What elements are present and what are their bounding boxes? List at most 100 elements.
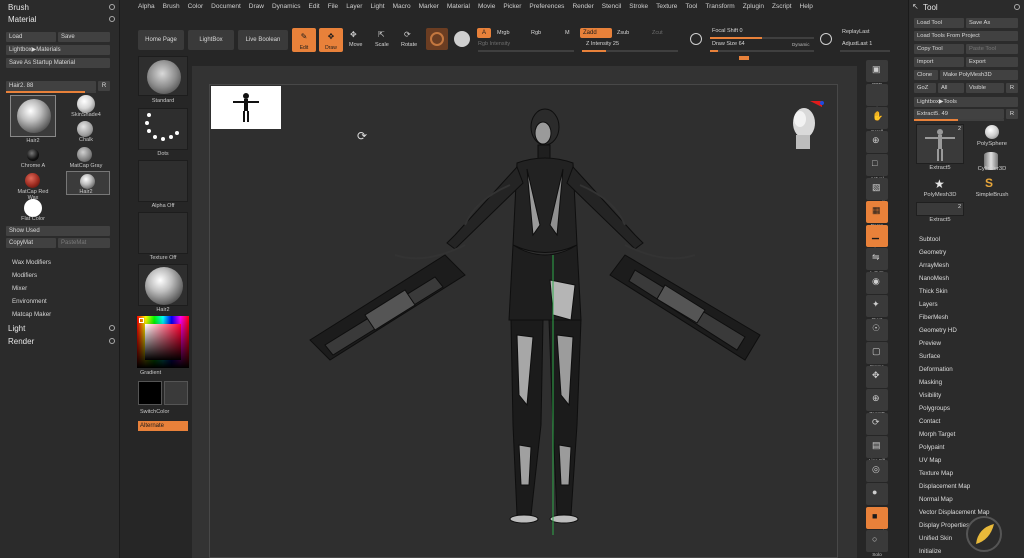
brush-selector[interactable] [138,56,188,96]
reset-button[interactable]: R [98,81,110,91]
export-button[interactable]: Export [966,57,1018,67]
right-shelf-button[interactable]: ◉ [866,271,888,294]
material-sphere[interactable] [77,121,93,137]
right-shelf-button[interactable]: ▤ [866,436,888,458]
tool-submenu-surface[interactable]: Surface [919,353,940,360]
palette-toggle-icon[interactable] [109,338,115,344]
m-toggle[interactable]: M [565,30,570,36]
right-shelf-button[interactable]: ⟳ [866,412,888,435]
mrgb-toggle[interactable]: Mrgb [497,30,510,36]
lightbox-tools-button[interactable]: Lightbox▶Tools [914,97,1018,107]
right-shelf-button[interactable]: ✋ [866,107,888,129]
z-intensity-track[interactable] [582,50,678,52]
menu-document[interactable]: Document [207,0,245,14]
replay-last-button[interactable]: ReplayLast [842,29,870,35]
palette-toggle-icon[interactable] [1014,4,1020,10]
tool-submenu-layers[interactable]: Layers [919,301,938,308]
tool-submenu-thick-skin[interactable]: Thick Skin [919,288,948,295]
menu-dynamics[interactable]: Dynamics [268,0,305,14]
copy-material-button[interactable]: CopyMat [6,238,56,248]
material-sphere[interactable] [25,173,40,188]
paste-tool-button[interactable]: Paste Tool [966,44,1018,54]
menu-color[interactable]: Color [184,0,208,14]
tool-submenu-geometry[interactable]: Geometry [919,249,946,256]
extract-tool-slider-track[interactable] [914,119,1004,121]
alternate-button[interactable]: Alternate [138,421,188,431]
tool-submenu-display-properties[interactable]: Display Properties [919,522,969,529]
zsub-toggle[interactable]: Zsub [617,30,629,36]
focal-shift-icon[interactable] [690,33,702,45]
zcut-toggle[interactable]: Zcut [652,30,663,36]
right-shelf-button[interactable]: ▣ [866,60,888,82]
secondary-color-swatch[interactable] [164,381,188,405]
menu-preferences[interactable]: Preferences [525,0,568,14]
right-shelf-button[interactable]: ◎ [866,459,888,482]
menu-tool[interactable]: Tool [681,0,701,14]
alpha-selector[interactable] [138,160,188,202]
adjust-last-slider[interactable]: AdjustLast 1 [842,41,872,47]
tool-submenu-nanomesh[interactable]: NanoMesh [919,275,949,282]
orientation-head-gizmo[interactable] [782,97,824,155]
right-shelf-button[interactable]: ○ [866,530,888,552]
main-color-swatch[interactable] [138,381,162,405]
color-picker[interactable] [137,316,189,368]
edit-button[interactable]: ✎ Edit [292,28,316,52]
focal-shift-slider[interactable]: Focal Shift 0 [712,28,743,34]
menu-material[interactable]: Material [443,0,474,14]
make-polymesh3d-button[interactable]: Make PolyMesh3D [940,70,1018,80]
tool-submenu-masking[interactable]: Masking [919,379,942,386]
replay-icon[interactable] [820,33,832,45]
zadd-button[interactable]: Zadd [580,28,612,38]
right-shelf-button[interactable]: ■ [866,506,888,529]
material-palette-title[interactable]: Material [0,14,120,26]
tool-submenu-displacement-map[interactable]: Displacement Map [919,483,970,490]
visible-button[interactable]: Visible [966,83,1004,93]
menu-picker[interactable]: Picker [499,0,525,14]
color-picker-handle[interactable] [139,318,144,323]
live-boolean-button[interactable]: Live Boolean [238,30,288,50]
menu-zscript[interactable]: Zscript [768,0,796,14]
menu-transform[interactable]: Transform [701,0,738,14]
tool-submenu-normal-map[interactable]: Normal Map [919,496,953,503]
right-shelf-button[interactable]: ✦ [866,295,888,317]
focal-shift-track[interactable] [710,37,814,39]
import-button[interactable]: Import [914,57,964,67]
move-icon[interactable]: ✥ [350,30,357,39]
right-shelf-button[interactable]: ☉ [866,318,888,341]
tool-submenu-polypaint[interactable]: Polypaint [919,444,944,451]
tool-palette-title[interactable]: Tool [915,2,1015,14]
navigation-thumbnail[interactable] [211,86,281,129]
tool-submenu-initialize[interactable]: Initialize [919,548,941,555]
draw-size-track[interactable] [710,50,814,52]
dynamic-toggle[interactable]: Dynamic [792,42,810,47]
palette-toggle-icon[interactable] [109,4,115,10]
texture-selector[interactable] [138,212,188,254]
3d-model-figure[interactable] [305,105,765,535]
tool-submenu-contact[interactable]: Contact [919,418,940,425]
adjust-last-track[interactable] [840,50,890,52]
save-as-button[interactable]: Save As [966,18,1018,28]
sculptris-button[interactable] [426,28,448,50]
menu-help[interactable]: Help [796,0,817,14]
rgb-intensity-track[interactable] [478,50,574,52]
clone-button[interactable]: Clone [914,70,938,80]
polysphere-tool-icon[interactable] [985,125,999,139]
tool-submenu-subtool[interactable]: Subtool [919,236,940,243]
draw-size-slider[interactable]: Draw Size 64 [712,41,745,47]
menu-light[interactable]: Light [366,0,388,14]
right-shelf-button[interactable]: ▢ [866,342,888,364]
load-tools-from-project-button[interactable]: Load Tools From Project [914,31,1018,41]
menu-alpha[interactable]: Alpha [134,0,159,14]
lightbox-button[interactable]: LightBox [188,30,234,50]
material-selector[interactable] [138,264,188,306]
r-button[interactable]: R [1006,109,1018,119]
tool-submenu-texture-map[interactable]: Texture Map [919,470,953,477]
menu-macro[interactable]: Macro [389,0,415,14]
palette-toggle-icon[interactable] [109,16,115,22]
brush-palette-title[interactable]: Brush [0,2,120,14]
tool-submenu-arraymesh[interactable]: ArrayMesh [919,262,949,269]
menu-marker[interactable]: Marker [415,0,443,14]
right-shelf-button[interactable]: ▧ [866,177,888,200]
palette-toggle-icon[interactable] [109,325,115,331]
right-shelf-button[interactable]: ⊕ [866,130,888,153]
